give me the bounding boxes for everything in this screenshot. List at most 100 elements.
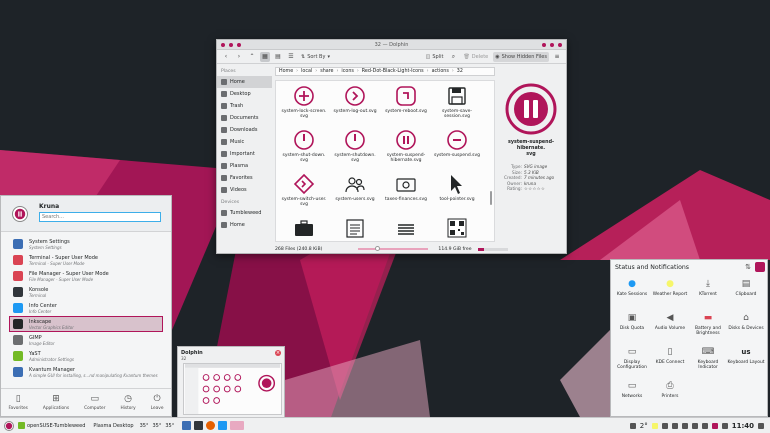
tab-favorites[interactable]: ▯ Favorites	[8, 394, 27, 411]
battery-icon[interactable]	[681, 422, 688, 429]
task-plasma-desktop[interactable]: Plasma Desktop	[89, 418, 137, 433]
tab-computer[interactable]: ▭ Computer	[84, 394, 105, 411]
kde-connect-icon[interactable]	[629, 422, 636, 429]
places-item[interactable]: Plasma	[217, 160, 272, 172]
tray-item[interactable]: ◀ Audio Volume	[651, 310, 689, 344]
file-item[interactable]: system-users.svg	[329, 169, 381, 213]
launcher-app-item[interactable]: Terminal - Super User Mode Terminal - Sup…	[1, 252, 171, 268]
show-hidden-files-button[interactable]: ◉ Show Hidden Files	[493, 51, 549, 62]
tray-item[interactable]: ▣ Disk Quota	[613, 310, 651, 344]
notifications-icon[interactable]	[711, 422, 718, 429]
show-desktop-icon[interactable]	[758, 422, 764, 429]
task-preview[interactable]: Dolphin 32 ×	[177, 346, 285, 418]
places-item[interactable]: Music	[217, 136, 272, 148]
dolphin-titlebar[interactable]: 32 — Dolphin	[217, 40, 566, 50]
firefox-task-icon[interactable]	[206, 421, 216, 430]
search-button[interactable]: ⌕	[448, 52, 458, 62]
files-task-icon[interactable]	[218, 421, 228, 430]
tray-item[interactable]: ⤓ KTorrent	[689, 276, 727, 310]
tray-item[interactable]: ▯ KDE Connect	[651, 344, 689, 378]
breadcrumb-item[interactable]: share	[320, 69, 333, 74]
configure-icon[interactable]: ⇅	[745, 263, 751, 271]
places-item[interactable]: Downloads	[217, 124, 272, 136]
breadcrumb-item[interactable]: Red-Dot-Black-Light-Icons	[362, 69, 424, 74]
window-controls[interactable]	[542, 43, 562, 47]
breadcrumb-item[interactable]: icons	[341, 69, 353, 74]
back-button[interactable]: ‹	[221, 52, 231, 62]
forward-button[interactable]: ›	[234, 52, 244, 62]
launcher-app-item[interactable]: File Manager - Super User Mode File Manag…	[1, 268, 171, 284]
preview-close-button[interactable]: ×	[275, 350, 281, 356]
file-item[interactable]: system-switch-user. svg	[278, 169, 330, 213]
file-item[interactable]: system-log-out.svg	[329, 81, 381, 125]
tray-item[interactable]: ⎙ Printers	[651, 378, 689, 412]
tray-item[interactable]: ▤ Clipboard	[727, 276, 765, 310]
digital-clock[interactable]: 11:40	[732, 422, 754, 430]
search-input[interactable]	[39, 212, 161, 222]
places-item[interactable]: Favorites	[217, 172, 272, 184]
clipboard-icon[interactable]	[661, 422, 668, 429]
file-item[interactable]: system-save- session.svg	[431, 81, 483, 125]
launcher-app-item[interactable]: Info Center Info Center	[1, 300, 171, 316]
file-item[interactable]: system-lock-screen. svg	[278, 81, 330, 125]
details-view-button[interactable]: ☰	[286, 52, 296, 62]
zoom-slider[interactable]	[358, 246, 429, 251]
launcher-app-item[interactable]: Inkscape Vector Graphics Editor	[9, 316, 163, 332]
launcher-button[interactable]	[4, 420, 14, 431]
file-item[interactable]: system-suspend- hibernate.svg	[380, 125, 432, 169]
dolphin-active-task[interactable]	[230, 421, 245, 430]
weather-icon[interactable]	[651, 422, 658, 429]
tray-item[interactable]: ▬ Battery and Brightness	[689, 310, 727, 344]
file-item[interactable]	[380, 213, 432, 241]
dolphin-window[interactable]: 32 — Dolphin ‹ › ⌃ ▦ ▤ ☰ ⇅ Sort By ▾ ◫ Spli…	[216, 39, 567, 254]
window-thumbnail[interactable]	[183, 363, 282, 415]
scrollbar[interactable]	[490, 191, 492, 205]
places-item[interactable]: Videos	[217, 184, 272, 196]
tray-item[interactable]: ▭ Display Configuration	[613, 344, 651, 378]
network-icon[interactable]	[691, 422, 698, 429]
avatar[interactable]	[12, 206, 28, 222]
hamburger-menu-button[interactable]: ≡	[552, 52, 562, 62]
weather-temp[interactable]: 2°	[640, 422, 648, 430]
file-item[interactable]	[329, 213, 381, 241]
minimize-button[interactable]	[542, 43, 546, 47]
cpu-temperature[interactable]: 35°	[150, 423, 163, 429]
delete-button[interactable]: 🗑 Delete	[461, 52, 490, 62]
breadcrumb-item[interactable]: local	[301, 69, 312, 74]
close-button[interactable]	[558, 43, 562, 47]
window-menu-buttons[interactable]	[221, 43, 241, 47]
places-item[interactable]: Trash	[217, 100, 272, 112]
tray-item[interactable]: ● Weather Report	[651, 276, 689, 310]
file-item[interactable]: tool-pointer.svg	[431, 169, 483, 213]
compact-view-button[interactable]: ▤	[273, 52, 283, 62]
places-item[interactable]: Important	[217, 148, 272, 160]
tray-item[interactable]: us Keyboard Layout	[727, 344, 765, 378]
breadcrumb-item[interactable]: 32	[457, 69, 463, 74]
launcher-app-item[interactable]: GIMP Image Editor	[1, 332, 171, 348]
file-item[interactable]: system-shutdown. svg	[329, 125, 381, 169]
cpu-temperature[interactable]: 35°	[138, 423, 151, 429]
launcher-app-item[interactable]: System Settings System Settings	[1, 236, 171, 252]
cpu-temperature[interactable]: 35°	[163, 423, 176, 429]
launcher-app-item[interactable]: Kvantum Manager A simple GUI for installi…	[1, 364, 171, 380]
breadcrumb-item[interactable]: Home	[279, 69, 293, 74]
file-item[interactable]	[431, 213, 483, 241]
file-view[interactable]: system-lock-screen. svg system-log-out.sv…	[275, 80, 495, 242]
file-item[interactable]: system-reboot.svg	[380, 81, 432, 125]
tab-applications[interactable]: ⊞ Applications	[43, 394, 69, 411]
up-button[interactable]: ⌃	[247, 52, 257, 62]
breadcrumb[interactable]: Home › local › share › icons › Red-Dot-Black-Lig…	[275, 67, 495, 76]
tray-item[interactable]: ● Kate Sessions	[613, 276, 651, 310]
places-item[interactable]: Desktop	[217, 88, 272, 100]
dolphin-task-icon[interactable]	[182, 421, 192, 430]
split-button[interactable]: ◫ Split	[424, 52, 446, 62]
breadcrumb-item[interactable]: actions	[432, 69, 449, 74]
icons-view-button[interactable]: ▦	[260, 51, 270, 62]
places-item[interactable]: Documents	[217, 112, 272, 124]
device-item[interactable]: Tumbleweed	[217, 207, 272, 219]
disk-icon[interactable]	[671, 422, 678, 429]
file-item[interactable]: system-shut-down. svg	[278, 125, 330, 169]
sort-by-button[interactable]: ⇅ Sort By ▾	[299, 52, 332, 62]
terminal-task-icon[interactable]	[194, 421, 204, 430]
rating-stars[interactable]: ☆☆☆☆☆	[524, 186, 545, 192]
